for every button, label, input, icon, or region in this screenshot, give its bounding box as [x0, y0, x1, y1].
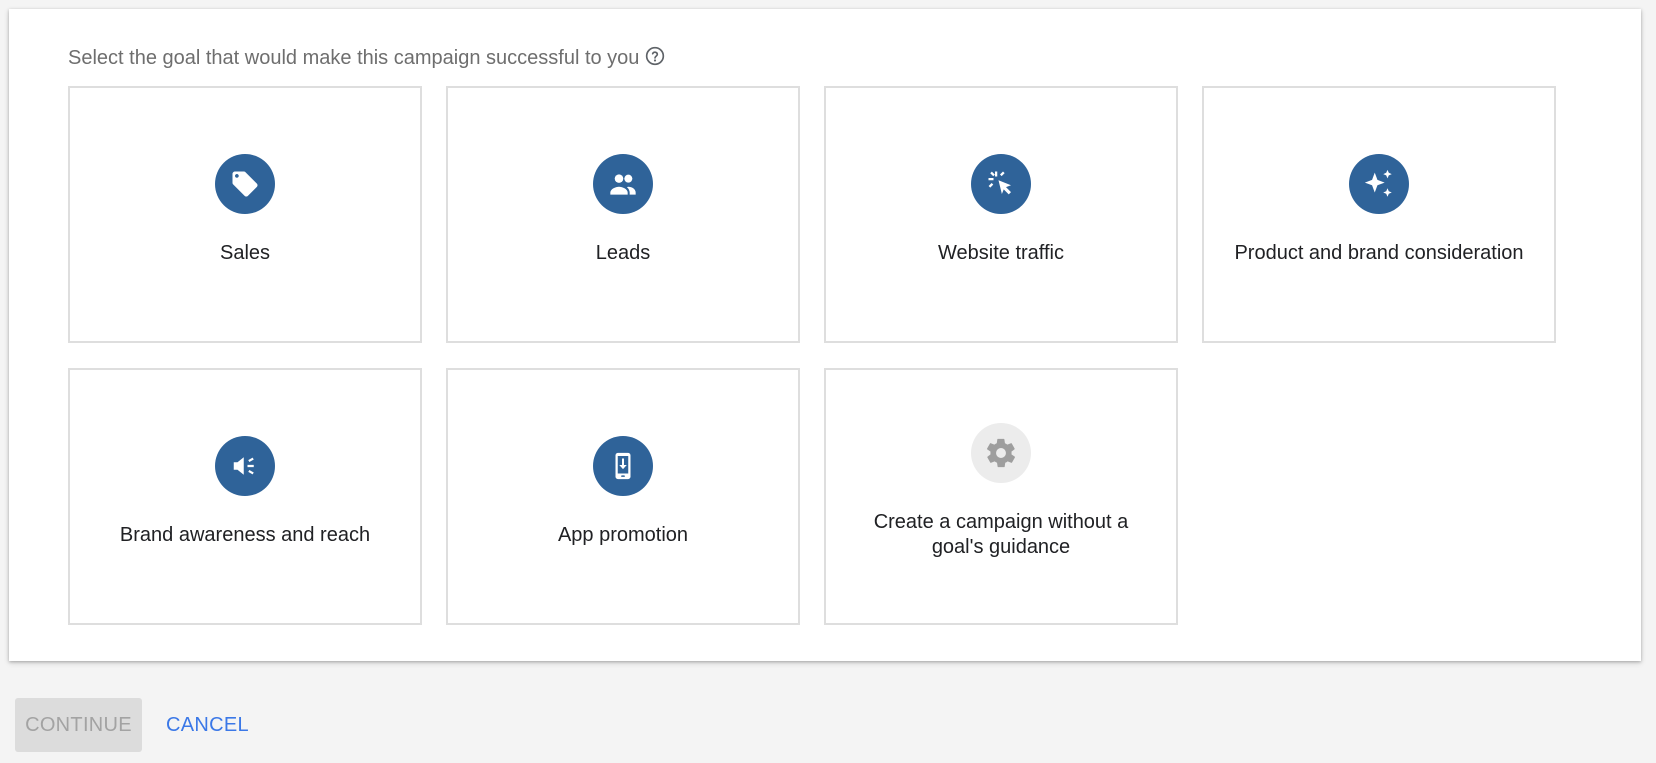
goal-label: Create a campaign without a goal's guida… [873, 511, 1129, 558]
goal-label: Product and brand consideration [1234, 242, 1524, 264]
goal-tile-no-goal[interactable]: Create a campaign without a goal's guida… [824, 368, 1178, 625]
goal-tile-brand-awareness-reach[interactable]: Brand awareness and reach [68, 368, 422, 625]
megaphone-icon [215, 436, 275, 496]
goal-tile-sales[interactable]: Sales [68, 86, 422, 343]
goal-tile-leads[interactable]: Leads [446, 86, 800, 343]
goal-tile-app-promotion[interactable]: App promotion [446, 368, 800, 625]
goal-prompt-text: Select the goal that would make this cam… [68, 47, 640, 69]
goal-label: Sales [219, 242, 271, 264]
goal-label: Website traffic [938, 242, 1064, 264]
cancel-button[interactable]: CANCEL [166, 714, 249, 737]
phone-download-icon [593, 436, 653, 496]
gear-icon [971, 423, 1031, 483]
people-icon [593, 154, 653, 214]
goal-grid: Sales Leads Website traffic Product and … [68, 86, 1556, 625]
goal-tile-website-traffic[interactable]: Website traffic [824, 86, 1178, 343]
goal-label: Leads [595, 242, 651, 264]
footer-actions: CONTINUE CANCEL [15, 698, 249, 752]
cursor-click-icon [971, 154, 1031, 214]
goal-label: App promotion [557, 524, 689, 546]
help-circle-icon[interactable] [645, 46, 665, 66]
goal-prompt: Select the goal that would make this cam… [68, 46, 665, 70]
continue-button[interactable]: CONTINUE [15, 698, 142, 752]
goal-tile-product-brand-consideration[interactable]: Product and brand consideration [1202, 86, 1556, 343]
goal-label: Brand awareness and reach [119, 524, 371, 546]
goal-selection-panel: Select the goal that would make this cam… [9, 9, 1641, 661]
tag-icon [215, 154, 275, 214]
sparkle-icon [1349, 154, 1409, 214]
